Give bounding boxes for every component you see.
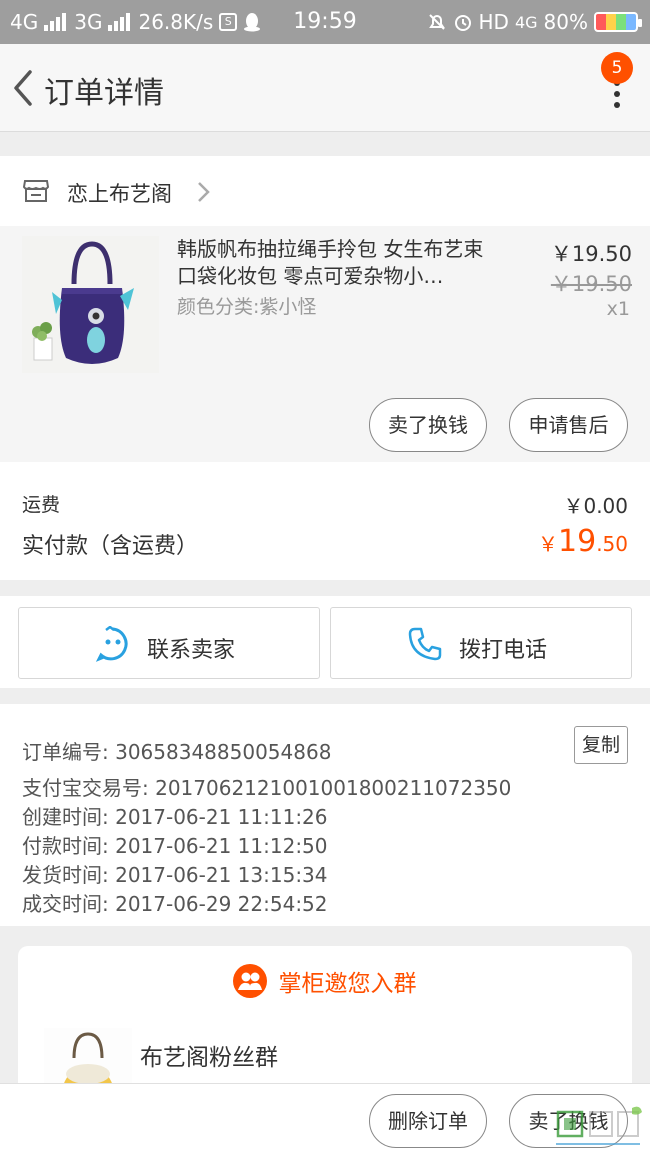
paid-currency: ￥ xyxy=(538,532,558,556)
contact-section: 联系卖家 拨打电话 xyxy=(0,596,650,688)
phone-icon xyxy=(408,627,442,661)
store-icon xyxy=(22,180,50,202)
group-people-icon xyxy=(233,964,268,998)
contact-seller-button[interactable]: 联系卖家 xyxy=(18,607,320,679)
group-invite-card[interactable]: 掌柜邀您入群 布艺阁粉丝群 xyxy=(18,946,632,1106)
chat-bubble-icon xyxy=(95,626,128,662)
copy-button[interactable]: 复制 xyxy=(574,726,628,764)
shipping-value: ￥0.00 xyxy=(563,494,628,518)
hd-label: HD xyxy=(478,10,509,34)
shipped-time: 发货时间: 2017-06-21 13:15:34 xyxy=(22,863,328,887)
product-item[interactable]: 韩版帆布抽拉绳手拎包 女生布艺束口袋化妆包 零点可爱杂物小… 颜色分类:紫小怪 … xyxy=(0,226,650,462)
alarm-icon xyxy=(454,15,471,31)
product-sku: 颜色分类:紫小怪 xyxy=(177,296,317,318)
order-info-section: 订单编号: 30658348850054868 支付宝交易号: 20170621… xyxy=(0,704,650,926)
network-label-3: 4G xyxy=(514,12,538,32)
contact-seller-label: 联系卖家 xyxy=(147,638,236,663)
order-number: 订单编号: 30658348850054868 xyxy=(22,740,332,764)
group-name[interactable]: 布艺阁粉丝群 xyxy=(140,1038,278,1072)
product-original-price: ￥19.50 xyxy=(550,272,632,296)
back-arrow-icon[interactable] xyxy=(10,68,38,108)
paid-label: 实付款（含运费） xyxy=(22,534,199,559)
status-right: HD 4G 80% xyxy=(427,10,642,34)
delete-order-button[interactable]: 删除订单 xyxy=(369,1094,487,1148)
call-phone-label: 拨打电话 xyxy=(459,638,548,663)
totals-section: 运费 ￥0.00 实付款（含运费） ￥19.50 xyxy=(0,462,650,580)
mute-bell-icon xyxy=(428,14,445,30)
created-time: 创建时间: 2017-06-21 11:11:26 xyxy=(22,805,328,829)
paid-integer: 19 xyxy=(558,524,597,559)
group-invite-title: 掌柜邀您入群 xyxy=(278,971,417,997)
paid-time: 付款时间: 2017-06-21 11:12:50 xyxy=(22,834,328,858)
site-watermark-logo xyxy=(556,1106,642,1145)
shop-name[interactable]: 恋上布艺阁 xyxy=(67,178,172,208)
page-title: 订单详情 xyxy=(44,76,164,111)
status-bar: 4G 3G 26.8K/s S 19:59 HD 4G 80% xyxy=(0,0,650,44)
after-sale-button[interactable]: 申请售后 xyxy=(509,398,628,452)
paid-decimal: .50 xyxy=(596,532,628,556)
call-phone-button[interactable]: 拨打电话 xyxy=(330,607,632,679)
paid-amount: ￥19.50 xyxy=(538,524,628,559)
alipay-trade-number: 支付宝交易号: 2017062121001001800211072350 xyxy=(22,776,512,800)
battery-percent: 80% xyxy=(543,10,588,34)
more-menu-icon[interactable] xyxy=(612,80,622,120)
shipping-label: 运费 xyxy=(22,494,61,516)
completed-time: 成交时间: 2017-06-29 22:54:52 xyxy=(22,892,328,916)
group-header: 掌柜邀您入群 xyxy=(18,964,632,998)
product-price: ￥19.50 xyxy=(550,242,632,266)
product-quantity: x1 xyxy=(606,298,630,320)
header: 订单详情 5 xyxy=(0,44,650,132)
product-title[interactable]: 韩版帆布抽拉绳手拎包 女生布艺束口袋化妆包 零点可爱杂物小… xyxy=(177,236,497,290)
sell-exchange-button[interactable]: 卖了换钱 xyxy=(369,398,487,452)
bag-illustration xyxy=(22,236,159,373)
shop-row[interactable]: 恋上布艺阁 xyxy=(0,156,650,226)
chevron-right-icon xyxy=(198,182,210,202)
notification-badge: 5 xyxy=(601,52,633,84)
product-image[interactable] xyxy=(22,236,159,373)
battery-icon xyxy=(594,12,642,32)
